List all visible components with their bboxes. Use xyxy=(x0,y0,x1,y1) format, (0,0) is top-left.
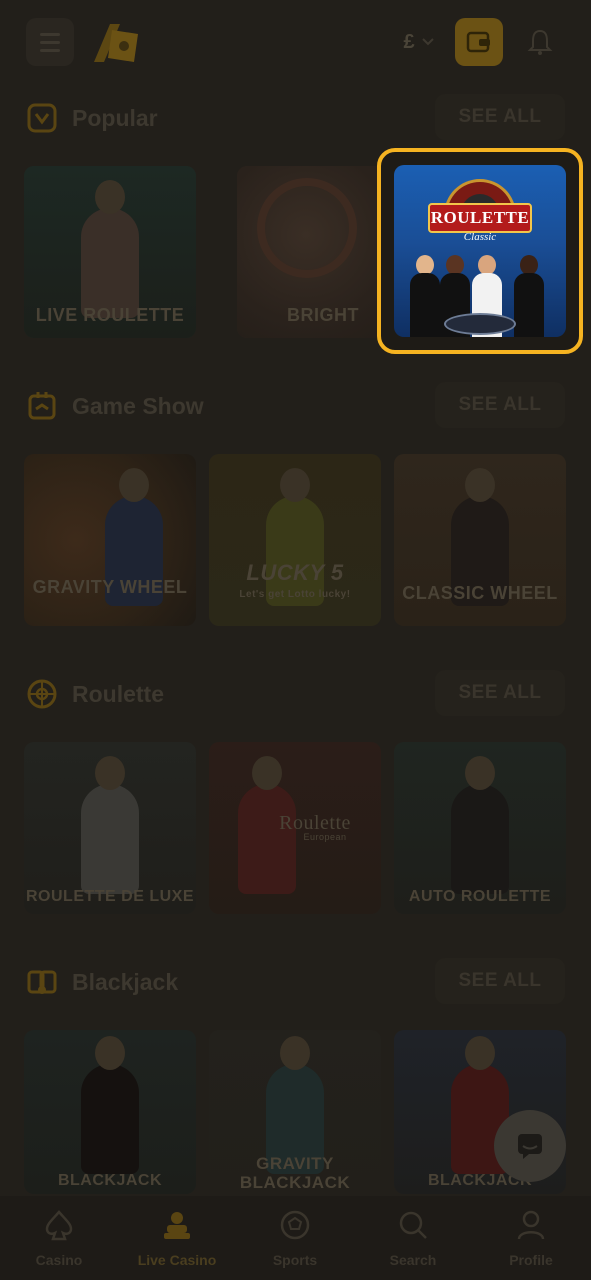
spade-icon xyxy=(45,1210,73,1241)
brand-logo[interactable] xyxy=(90,20,142,66)
see-all-button[interactable]: SEE ALL xyxy=(435,958,565,1004)
see-all-button[interactable]: SEE ALL xyxy=(435,382,565,428)
game-card-subtitle: Let's get Lotto lucky! xyxy=(239,589,351,600)
game-card-title: GRAVITY BLACKJACK xyxy=(239,1154,351,1192)
section-title: Popular xyxy=(72,105,158,131)
game-show-icon xyxy=(28,392,56,420)
wallet-button[interactable] xyxy=(455,18,503,66)
chat-icon xyxy=(518,1134,542,1159)
section-title: Blackjack xyxy=(72,969,179,995)
game-card[interactable]: GRAVITY WHEEL xyxy=(24,454,196,626)
wallet-icon xyxy=(466,31,490,53)
soccer-ball-icon xyxy=(280,1210,310,1240)
section-game-show: Game Show SEE ALL GRAVITY WHEEL LUCKY 5 … xyxy=(0,382,591,644)
game-card[interactable]: Roulette European xyxy=(209,742,381,914)
live-dealer-icon xyxy=(164,1212,190,1239)
roulette-classic-thumbnail: ROULETTE Classic xyxy=(394,165,566,337)
section-title: Game Show xyxy=(72,393,204,419)
nav-label: Sports xyxy=(272,1252,318,1268)
game-card-title: LUCKY 5 xyxy=(246,560,344,585)
nav-item-live-casino[interactable]: Live Casino xyxy=(118,1196,236,1280)
section-header: Game Show SEE ALL xyxy=(0,382,591,434)
game-card[interactable]: LUCKY 5 Let's get Lotto lucky! xyxy=(209,454,381,626)
game-card-title: CLASSIC WHEEL xyxy=(402,583,558,603)
bell-icon xyxy=(527,29,553,55)
nav-label: Casino xyxy=(35,1252,83,1268)
card-row: ROULETTE DE LUXE Roulette European AUTO … xyxy=(24,742,591,914)
nav-label: Profile xyxy=(509,1252,553,1268)
game-card[interactable]: LIVE ROULETTE xyxy=(24,166,196,338)
roulette-icon xyxy=(27,679,57,709)
dealer-figure xyxy=(408,255,442,337)
chat-button[interactable] xyxy=(494,1110,566,1182)
nav-item-profile[interactable]: Profile xyxy=(472,1196,590,1280)
section-header: Blackjack SEE ALL xyxy=(0,958,591,1010)
currency-selector[interactable]: £ xyxy=(392,18,446,66)
popular-badge-icon xyxy=(27,103,57,133)
currency-symbol: £ xyxy=(403,30,415,53)
search-icon xyxy=(399,1211,427,1239)
notifications-button[interactable] xyxy=(516,18,564,66)
nav-label: Live Casino xyxy=(137,1252,217,1268)
game-card-subtitle: Classic xyxy=(463,231,497,243)
game-card-title: GRAVITY WHEEL xyxy=(32,577,188,597)
top-bar: £ xyxy=(0,0,591,86)
game-card[interactable]: ROULETTE DE LUXE xyxy=(24,742,196,914)
dealer-figure xyxy=(512,255,546,337)
section-header: Popular SEE ALL xyxy=(0,94,591,146)
game-card[interactable]: BLACKJACK xyxy=(24,1030,196,1194)
nav-item-search[interactable]: Search xyxy=(354,1196,472,1280)
user-icon xyxy=(517,1210,545,1240)
nav-item-sports[interactable]: Sports xyxy=(236,1196,354,1280)
section-title: Roulette xyxy=(72,681,164,707)
see-all-button[interactable]: SEE ALL xyxy=(435,94,565,140)
bottom-nav: Casino Live Casino Sports Search Profile xyxy=(0,1196,591,1280)
menu-button[interactable] xyxy=(26,18,74,66)
roulette-wheel-graphic xyxy=(257,178,357,278)
card-row: GRAVITY WHEEL LUCKY 5 Let's get Lotto lu… xyxy=(24,454,591,626)
section-roulette: Roulette SEE ALL ROULETTE DE LUXE Roulet… xyxy=(0,670,591,932)
game-card[interactable]: CLASSIC WHEEL xyxy=(394,454,566,626)
game-card-title: BLACKJACK xyxy=(57,1172,163,1189)
game-card[interactable]: AUTO ROULETTE xyxy=(394,742,566,914)
game-card-title: AUTO ROULETTE xyxy=(408,888,552,905)
chevron-down-icon xyxy=(421,38,434,46)
hamburger-icon xyxy=(40,32,60,36)
game-card-title: ROULETTE DE LUXE xyxy=(25,888,194,905)
nav-item-casino[interactable]: Casino xyxy=(0,1196,118,1280)
roulette-table-graphic xyxy=(444,313,516,335)
game-card-title: LIVE ROULETTE xyxy=(35,305,185,325)
section-header: Roulette SEE ALL xyxy=(0,670,591,722)
highlighted-game-card[interactable]: ROULETTE Classic xyxy=(377,148,583,354)
see-all-button[interactable]: SEE ALL xyxy=(435,670,565,716)
game-card[interactable]: GRAVITY BLACKJACK xyxy=(209,1030,381,1194)
game-card-title: ROULETTE xyxy=(428,203,532,233)
nav-label: Search xyxy=(389,1252,437,1268)
game-card-subtitle: European xyxy=(303,832,347,842)
blackjack-icon xyxy=(27,970,57,994)
